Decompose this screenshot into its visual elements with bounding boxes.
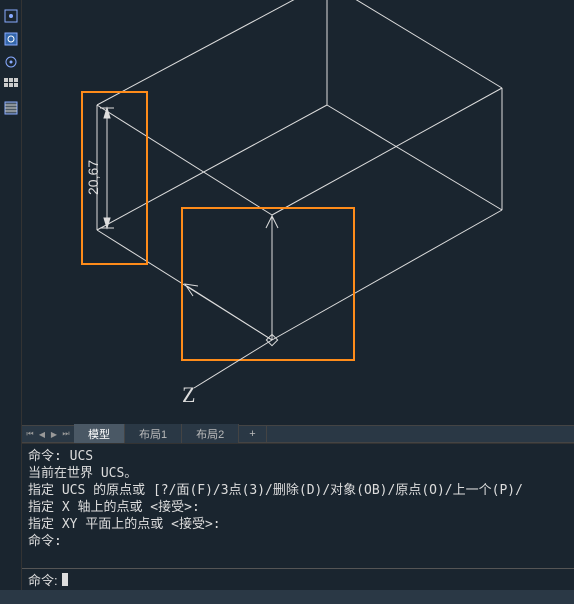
cuboid-wireframe — [97, 0, 502, 340]
tool-button-2[interactable] — [2, 30, 20, 48]
cmd-line: 指定 XY 平面上的点或 <接受>: — [28, 516, 568, 533]
text-cursor-icon — [62, 573, 68, 586]
dimension-line — [100, 108, 114, 228]
command-input-bar[interactable]: 命令: — [22, 568, 574, 590]
tool-button-4[interactable] — [2, 76, 20, 94]
nav-last-icon[interactable]: ⏭ — [60, 428, 72, 440]
nav-first-icon[interactable]: ⏮ — [24, 428, 36, 440]
nav-next-icon[interactable]: ▶ — [48, 428, 60, 440]
z-leader-line — [194, 340, 272, 388]
drawing-canvas[interactable]: 20,67 Z — [22, 0, 574, 425]
command-history: 命令: UCS 当前在世界 UCS。 指定 UCS 的原点或 [?/面(F)/3… — [22, 443, 574, 561]
tool-button-5[interactable] — [2, 99, 20, 117]
tab-layout1[interactable]: 布局1 — [125, 424, 182, 444]
tool-button-1[interactable] — [2, 7, 20, 25]
cmd-line: 当前在世界 UCS。 — [28, 465, 568, 482]
tool-button-3[interactable] — [2, 53, 20, 71]
cmd-line: 指定 UCS 的原点或 [?/面(F)/3点(3)/删除(D)/对象(OB)/原… — [28, 482, 568, 499]
status-bar — [0, 590, 574, 604]
nav-prev-icon[interactable]: ◀ — [36, 428, 48, 440]
dimension-value: 20,67 — [85, 160, 101, 195]
ucs-icon — [185, 216, 278, 346]
layout-tab-bar: ⏮ ◀ ▶ ⏭ 模型 布局1 布局2 + — [22, 425, 574, 443]
tab-layout2[interactable]: 布局2 — [182, 424, 239, 444]
command-prompt: 命令: — [28, 570, 58, 589]
tab-add[interactable]: + — [239, 426, 266, 442]
cmd-line: 指定 X 轴上的点或 <接受>: — [28, 499, 568, 516]
tab-nav-controls: ⏮ ◀ ▶ ⏭ — [22, 428, 74, 440]
z-axis-label: Z — [182, 382, 195, 407]
left-toolbar — [0, 0, 22, 604]
cmd-line: 命令: — [28, 533, 568, 550]
cmd-line: 命令: UCS — [28, 448, 568, 465]
tab-model[interactable]: 模型 — [74, 424, 125, 444]
